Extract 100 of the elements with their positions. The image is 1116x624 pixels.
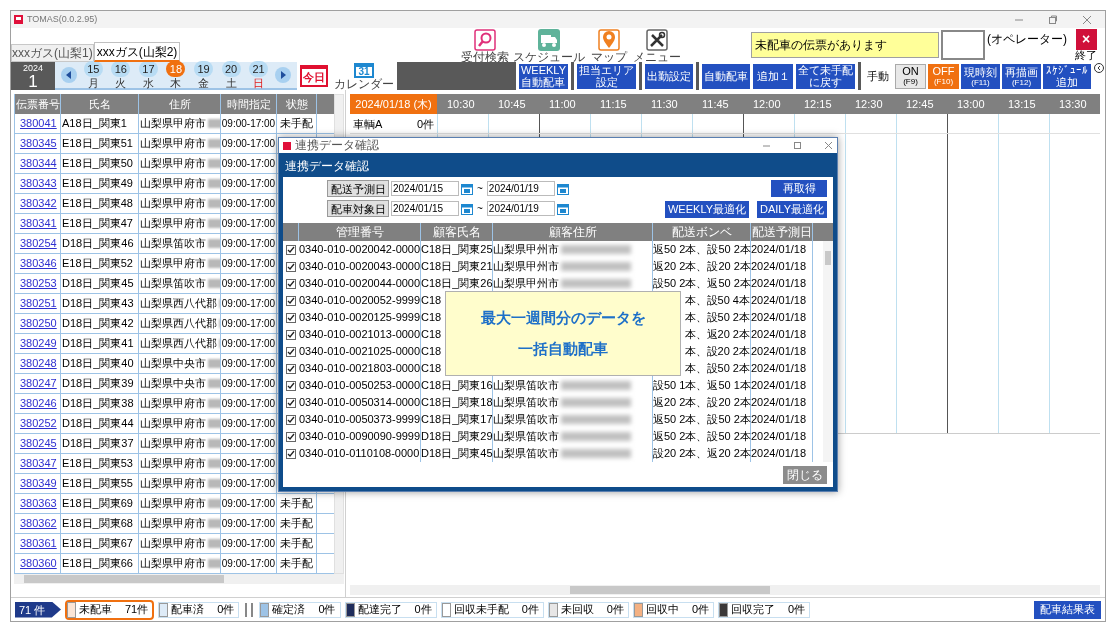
- action-button[interactable]: 全て未手配 に戻す: [796, 63, 855, 89]
- day-button[interactable]: 20 土: [220, 61, 243, 89]
- tool-button[interactable]: ｽｹｼﾞｭｰﾙ 追加: [1043, 63, 1091, 89]
- slip-number-link[interactable]: 380343: [20, 177, 57, 189]
- tab[interactable]: xxxガス(山梨2): [93, 42, 181, 62]
- table-cell: D18日_関東41: [61, 334, 139, 353]
- window-title: TOMAS(0.0.2.95): [27, 12, 98, 26]
- slip-number-link[interactable]: 380362: [20, 517, 57, 529]
- table-cell: D18日_関東43: [61, 294, 139, 313]
- date-field[interactable]: 2024/01/15: [391, 201, 459, 216]
- table-cell-text: 山梨県笛吹市: [493, 446, 559, 461]
- day-button[interactable]: 21 日: [247, 61, 270, 89]
- tab[interactable]: xxxガス(山梨1): [11, 44, 94, 62]
- slip-number-link[interactable]: 380349: [20, 477, 57, 489]
- slip-number-link[interactable]: 380252: [20, 417, 57, 429]
- status-filter[interactable]: 未配車 71件: [65, 599, 155, 620]
- slip-number-link[interactable]: 380249: [20, 337, 57, 349]
- slip-number-link[interactable]: 380363: [20, 497, 57, 509]
- table-cell-text: 山梨県甲府市: [140, 196, 206, 211]
- slip-number-link[interactable]: 380360: [20, 557, 57, 569]
- table-cell-text: 山梨県西八代郡: [140, 296, 217, 311]
- slip-number-link[interactable]: 380248: [20, 357, 57, 369]
- slip-number-link[interactable]: 380345: [20, 137, 57, 149]
- slip-number-link[interactable]: 380245: [20, 437, 57, 449]
- action-button[interactable]: WEEKLY 自動配車: [518, 63, 568, 89]
- slip-number-link[interactable]: 380250: [20, 317, 57, 329]
- daily-optimize-button[interactable]: DAILY最適化: [757, 201, 827, 218]
- slip-number-link[interactable]: 380253: [20, 277, 57, 289]
- action-button[interactable]: 追加１: [753, 63, 793, 89]
- date-field[interactable]: 2024/01/19: [486, 181, 555, 196]
- time-header: 13:30: [1058, 97, 1088, 112]
- table-cell-text: 山梨県笛吹市: [140, 236, 206, 251]
- day-button[interactable]: 19 金: [192, 61, 215, 89]
- table-cell: 09:00-17:00: [221, 354, 277, 373]
- slip-number-link[interactable]: 380346: [20, 257, 57, 269]
- slip-number-link[interactable]: 380344: [20, 157, 57, 169]
- tool-button[interactable]: 現時刻 (F11): [961, 63, 1000, 89]
- date-field[interactable]: 2024/01/19: [486, 201, 555, 216]
- day-button[interactable]: 16 火: [109, 61, 132, 89]
- refetch-button[interactable]: 再取得: [771, 180, 827, 197]
- table-cell: 09:00-17:00: [221, 274, 277, 293]
- column-header: 顧客住所: [493, 223, 653, 241]
- status-filter[interactable]: 回収完了 0件: [718, 601, 811, 618]
- table-cell-text: 山梨県西八代郡: [140, 316, 217, 331]
- slip-number-link[interactable]: 380342: [20, 197, 57, 209]
- tool-button[interactable]: 再描画 (F12): [1002, 63, 1041, 89]
- slip-number-link[interactable]: 380251: [20, 297, 57, 309]
- table-cell-text: 山梨県中央市: [140, 376, 206, 391]
- action-button[interactable]: 自動配車: [702, 63, 750, 89]
- weekly-optimize-button[interactable]: WEEKLY最適化: [665, 201, 749, 218]
- day-button[interactable]: 17 水: [137, 61, 160, 89]
- filter-label-button[interactable]: 配送予測日: [327, 180, 389, 197]
- column-header: 住所: [139, 94, 221, 114]
- status-filter[interactable]: 配車済 0件: [158, 601, 240, 618]
- time-header: 13:00: [956, 97, 986, 112]
- slip-number-link[interactable]: 380341: [20, 217, 57, 229]
- callout-text: 一括自動配車: [518, 338, 608, 359]
- status-filter[interactable]: 確定済 0件: [259, 601, 341, 618]
- slip-number-link[interactable]: 380361: [20, 537, 57, 549]
- day-button[interactable]: 18 木: [164, 61, 187, 89]
- table-cell: D18日_関東45: [421, 445, 493, 462]
- mode-toggle[interactable]: ON (F9): [895, 63, 926, 89]
- slip-number-link[interactable]: 380347: [20, 457, 57, 469]
- column-header: 管理番号: [299, 223, 421, 241]
- status-filter[interactable]: 回収未手配 0件: [440, 601, 544, 618]
- day-button[interactable]: 15 月: [82, 61, 105, 89]
- table-cell-text: 山梨県西八代郡: [140, 336, 217, 351]
- report-button[interactable]: 配車結果表: [1034, 600, 1101, 619]
- calendar-button[interactable]: 31 カレンダー: [334, 62, 394, 90]
- table-cell: E18日_関東48: [61, 194, 139, 213]
- table-cell: 0340-010-0020042-0000: [299, 241, 421, 258]
- table-cell: 返50 2本、設50 2本: [653, 411, 751, 428]
- table-cell: C18日_関東21: [421, 258, 493, 275]
- today-button[interactable]: 今日: [300, 65, 328, 87]
- year-label: 2024: [23, 62, 43, 73]
- status-filter[interactable]: 回収中 0件: [632, 601, 714, 618]
- table-cell: 09:00-17:00: [221, 494, 277, 513]
- date-field[interactable]: 2024/01/15: [391, 181, 459, 196]
- toolbar-button[interactable]: 受付検索: [461, 29, 509, 63]
- slip-number-link[interactable]: 380246: [20, 397, 57, 409]
- table-cell: 設20 2本、返20 2本: [653, 445, 751, 462]
- action-button[interactable]: 担当エリア 設定: [577, 63, 636, 89]
- table-cell-text: 山梨県甲府市: [140, 536, 206, 551]
- table-cell: 09:00-17:00: [221, 334, 277, 353]
- filter-label-button[interactable]: 配車対象日: [327, 200, 389, 217]
- table-cell-text: 山梨県甲府市: [140, 496, 206, 511]
- status-filter[interactable]: 未回収 0件: [547, 601, 629, 618]
- toolbar-button[interactable]: メニュー: [633, 29, 681, 63]
- slip-number-link[interactable]: 380247: [20, 377, 57, 389]
- slip-number-link[interactable]: 380254: [20, 237, 57, 249]
- slip-number-link[interactable]: 380041: [20, 117, 57, 129]
- table-cell: 0340-010-0050253-0000: [299, 377, 421, 394]
- table-cell-text: 山梨県甲府市: [140, 516, 206, 531]
- status-filter[interactable]: 配達完了 0件: [344, 601, 437, 618]
- action-button[interactable]: 出勤設定: [645, 63, 693, 89]
- table-cell: 返20 2本、設20 2本: [653, 394, 751, 411]
- table-cell: 返50 2本、設50 2本: [653, 241, 751, 258]
- table-cell: 0340-010-0020043-0000: [299, 258, 421, 275]
- table-cell: 09:00-17:00: [221, 474, 277, 493]
- toolbar-button[interactable]: マップ: [589, 29, 629, 63]
